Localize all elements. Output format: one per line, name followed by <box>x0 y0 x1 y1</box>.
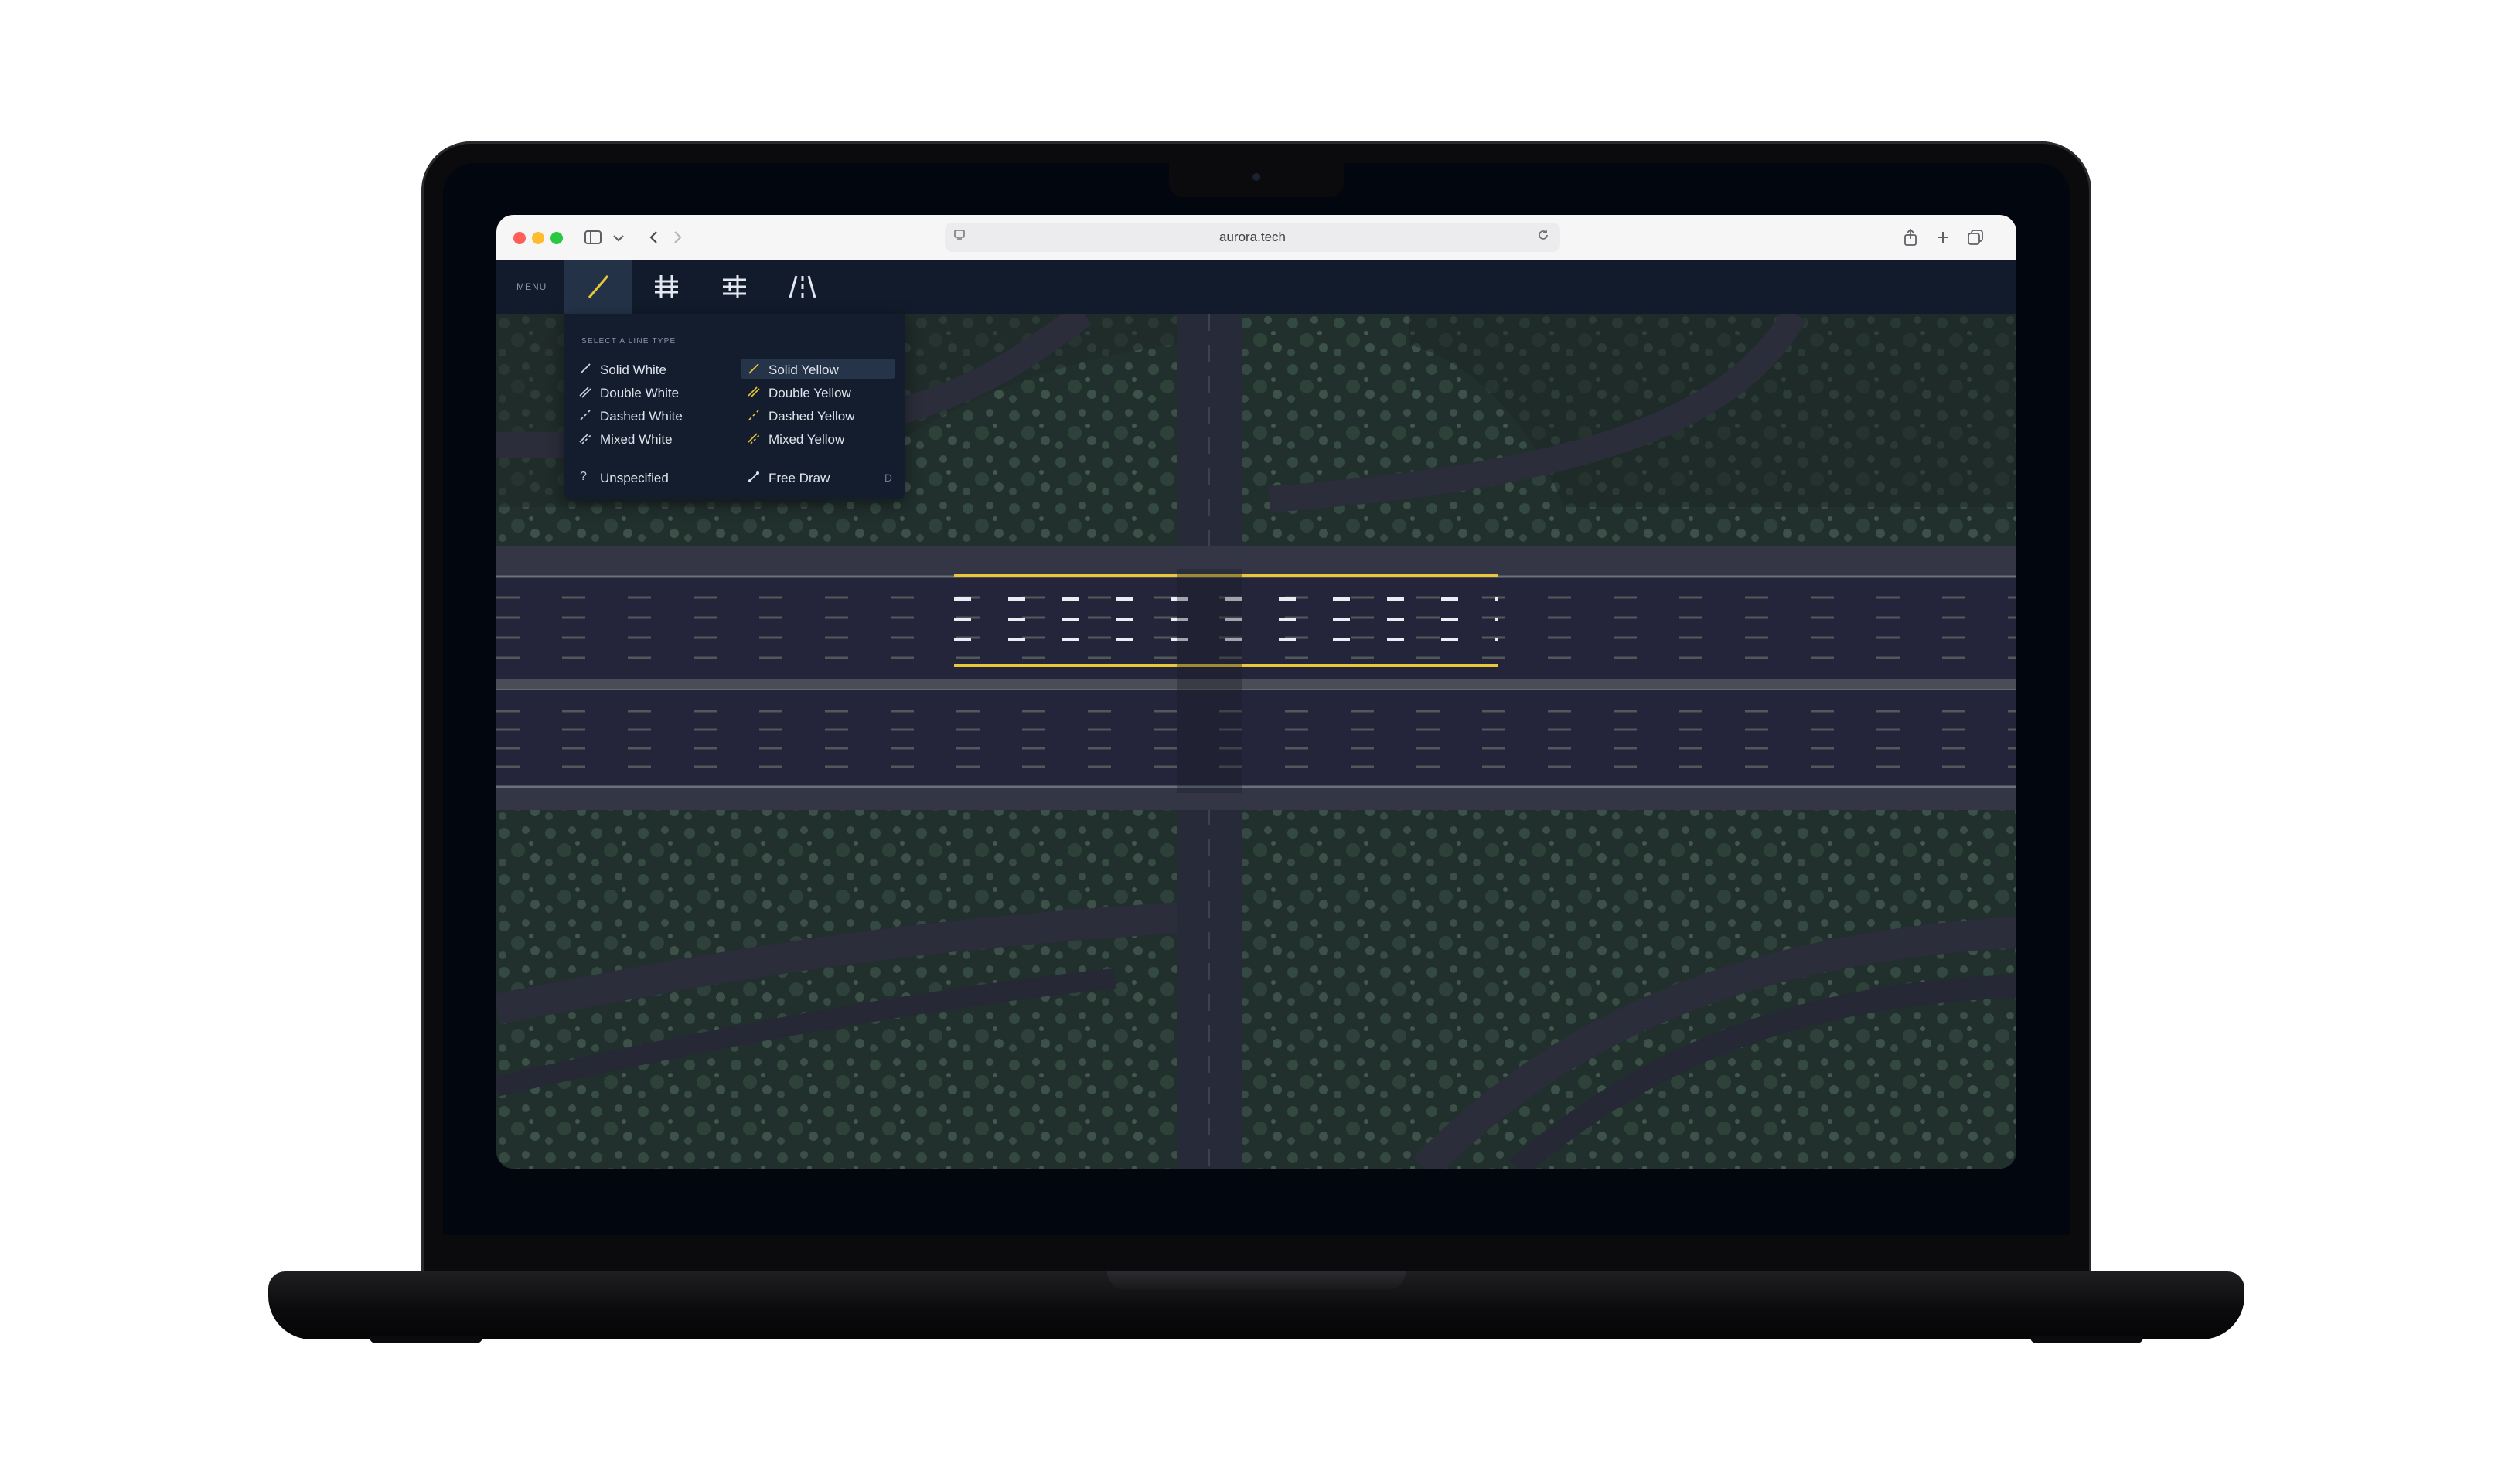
sidebar-toggle-icon[interactable] <box>581 226 605 249</box>
laptop-thumb-notch <box>1107 1271 1406 1290</box>
chevron-down-icon[interactable] <box>609 226 628 249</box>
line-option-free-draw[interactable]: Free Draw D <box>741 467 895 487</box>
line-option-dashed-yellow[interactable]: Dashed Yellow <box>741 405 895 425</box>
line-option-double-yellow[interactable]: Double Yellow <box>741 382 895 402</box>
shortcut-key: D <box>884 471 892 484</box>
line-option-dashed-white[interactable]: Dashed White <box>572 405 727 425</box>
double-line-icon <box>579 386 591 398</box>
line-type-dropdown: SELECT A LINE TYPE Solid White Double Wh… <box>564 314 905 499</box>
crossing-lines-icon <box>723 275 746 298</box>
share-icon[interactable] <box>1899 226 1922 249</box>
question-mark-icon: ? <box>580 470 587 483</box>
dropdown-title: SELECT A LINE TYPE <box>581 337 677 345</box>
line-icon <box>588 275 609 298</box>
mixed-line-icon <box>579 433 591 444</box>
back-arrow-icon[interactable] <box>645 226 663 249</box>
dashed-line-icon <box>580 410 591 420</box>
tab-overview-icon[interactable] <box>1964 226 1987 249</box>
zoom-window-button[interactable] <box>550 232 563 244</box>
line-tool-button[interactable] <box>564 260 632 314</box>
hash-grid-icon <box>655 275 678 298</box>
app-toolbar: MENU <box>496 260 2016 314</box>
grid-tool-button[interactable] <box>632 260 700 314</box>
crosswalk-tool-button[interactable] <box>700 260 769 314</box>
laptop-foot-right <box>2030 1336 2143 1343</box>
laptop-foot-left <box>370 1336 482 1343</box>
solid-line-icon <box>748 363 759 374</box>
solid-line-icon <box>580 363 591 374</box>
url-text: aurora.tech <box>1219 230 1286 244</box>
laptop-chin <box>428 1235 2085 1275</box>
lane-tool-button[interactable] <box>769 260 837 314</box>
line-option-double-white[interactable]: Double White <box>572 382 727 402</box>
line-option-mixed-yellow[interactable]: Mixed Yellow <box>741 428 895 448</box>
reload-icon[interactable] <box>1534 228 1552 246</box>
line-option-solid-white[interactable]: Solid White <box>572 359 727 379</box>
address-bar[interactable]: aurora.tech <box>945 223 1560 252</box>
lane-icon <box>789 275 816 298</box>
browser-window: aurora.tech MENU SELECT A LINE TYPE Soli… <box>496 215 2016 1169</box>
camera-icon <box>1252 173 1260 181</box>
double-line-icon <box>748 386 760 398</box>
mixed-line-icon <box>748 433 760 444</box>
minimize-window-button[interactable] <box>532 232 544 244</box>
line-option-mixed-white[interactable]: Mixed White <box>572 428 727 448</box>
line-option-unspecified[interactable]: ? Unspecified <box>572 467 727 487</box>
dashed-line-icon <box>748 410 759 420</box>
plus-icon[interactable] <box>1931 226 1955 249</box>
free-draw-icon <box>748 471 759 482</box>
menu-button[interactable]: MENU <box>516 281 547 292</box>
close-window-button[interactable] <box>513 232 526 244</box>
browser-titlebar: aurora.tech <box>496 215 2016 260</box>
line-option-solid-yellow[interactable]: Solid Yellow <box>741 359 895 379</box>
forward-arrow-icon[interactable] <box>668 226 687 249</box>
